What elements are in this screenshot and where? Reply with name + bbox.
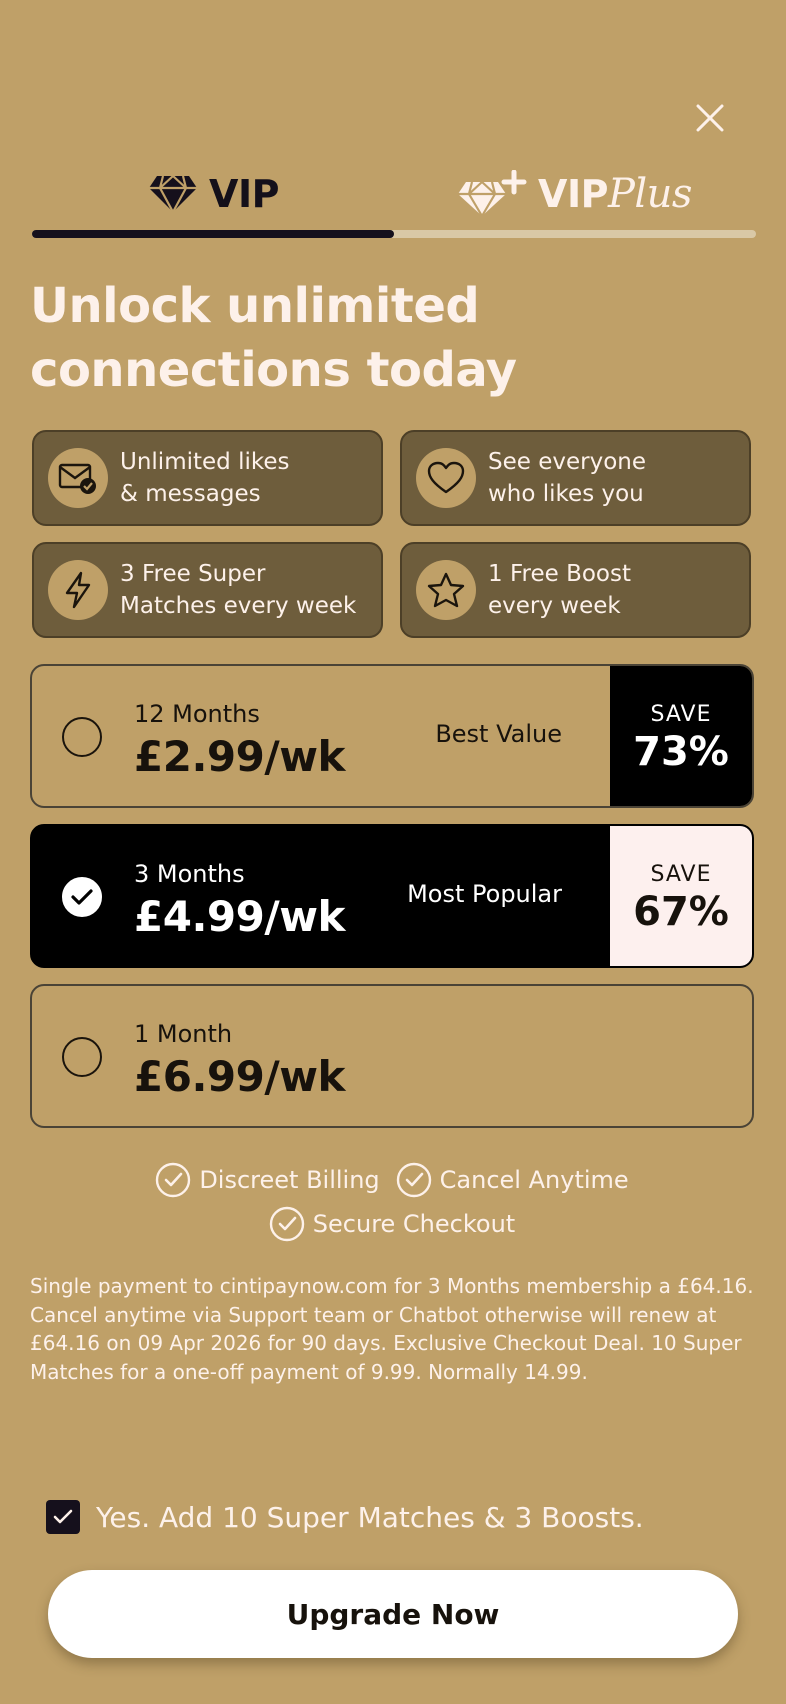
feature-line: See everyone: [488, 449, 646, 475]
plan-1-month[interactable]: 1 Month £6.99/wk: [30, 984, 754, 1128]
save-value: 67%: [633, 888, 729, 935]
tab-vip-plus[interactable]: VIPPlus: [394, 160, 756, 228]
close-icon: [696, 104, 724, 132]
check-circle-icon: [396, 1162, 431, 1198]
terms-text: Single payment to cintipaynow.com for 3 …: [30, 1274, 754, 1384]
feature-line: Matches every week: [120, 593, 357, 619]
upgrade-now-button[interactable]: Upgrade Now: [48, 1570, 738, 1658]
assurance-label: Cancel Anytime: [439, 1166, 629, 1194]
plan-duration: 3 Months: [134, 860, 245, 888]
plan-3-months[interactable]: 3 Months £4.99/wk Most Popular SAVE 67%: [30, 824, 754, 968]
save-label: SAVE: [650, 701, 712, 727]
tab-vip-label: VIP: [209, 172, 279, 216]
plan-duration: 1 Month: [134, 1020, 233, 1048]
addon-checkbox-row[interactable]: Yes. Add 10 Super Matches & 3 Boosts.: [46, 1500, 644, 1534]
envelope-check-icon: [58, 463, 96, 494]
save-value: 73%: [633, 728, 729, 775]
check-circle-icon: [269, 1206, 304, 1242]
plan-12-months[interactable]: 12 Months £2.99/wk Best Value SAVE 73%: [30, 664, 754, 808]
plan-duration: 12 Months: [134, 700, 260, 728]
feature-free-boost: 1 Free Boost every week: [400, 542, 751, 638]
feature-line: every week: [488, 593, 621, 619]
heart-icon: [427, 461, 465, 494]
tab-plus-suffix: Plus: [607, 171, 693, 217]
diamond-plus-icon: [458, 170, 527, 218]
plan-radio[interactable]: [62, 1037, 102, 1077]
feature-unlimited-likes: Unlimited likes & messages: [32, 430, 383, 526]
tab-vip[interactable]: VIP: [32, 160, 394, 228]
plan-price: £4.99/wk: [134, 892, 345, 941]
check-icon: [71, 889, 93, 905]
assurance-discreet-billing: Discreet Billing: [155, 1162, 380, 1198]
diamond-icon: [149, 175, 198, 214]
star-icon: [427, 572, 465, 608]
headline: Unlock unlimited connections today: [30, 278, 517, 398]
assurance-secure-checkout: Secure Checkout: [269, 1206, 515, 1242]
plan-badge: Best Value: [435, 720, 562, 748]
feature-see-likes: See everyone who likes you: [400, 430, 751, 526]
assurances: Discreet Billing Cancel Anytime Secure C…: [30, 1158, 754, 1246]
feature-line: Unlimited likes: [120, 449, 290, 475]
feature-line: 1 Free Boost: [488, 561, 631, 587]
plan-radio[interactable]: [62, 717, 102, 757]
tab-indicator-active: [32, 230, 394, 238]
feature-line: 3 Free Super: [120, 561, 266, 587]
save-badge: SAVE 73%: [610, 666, 752, 806]
plan-radio-selected[interactable]: [62, 877, 102, 917]
close-button[interactable]: [688, 96, 732, 140]
plan-price: £6.99/wk: [134, 1052, 345, 1101]
feature-line: & messages: [120, 481, 261, 507]
assurance-label: Discreet Billing: [199, 1166, 380, 1194]
save-label: SAVE: [650, 861, 712, 887]
save-badge: SAVE 67%: [610, 826, 752, 966]
assurance-label: Secure Checkout: [312, 1210, 516, 1238]
plan-tabs: VIP VIPPlus: [32, 160, 756, 240]
lightning-icon: [65, 571, 91, 609]
check-circle-icon: [156, 1162, 191, 1198]
feature-super-matches: 3 Free Super Matches every week: [32, 542, 383, 638]
assurance-cancel-anytime: Cancel Anytime: [396, 1162, 629, 1198]
addon-label: Yes. Add 10 Super Matches & 3 Boosts.: [96, 1500, 644, 1534]
addon-checkbox[interactable]: [46, 1500, 80, 1534]
feature-line: who likes you: [488, 481, 644, 507]
check-icon: [53, 1509, 73, 1524]
tab-vip-plus-label: VIPPlus: [538, 171, 692, 217]
plan-price: £2.99/wk: [134, 732, 345, 781]
plan-badge: Most Popular: [407, 880, 562, 908]
